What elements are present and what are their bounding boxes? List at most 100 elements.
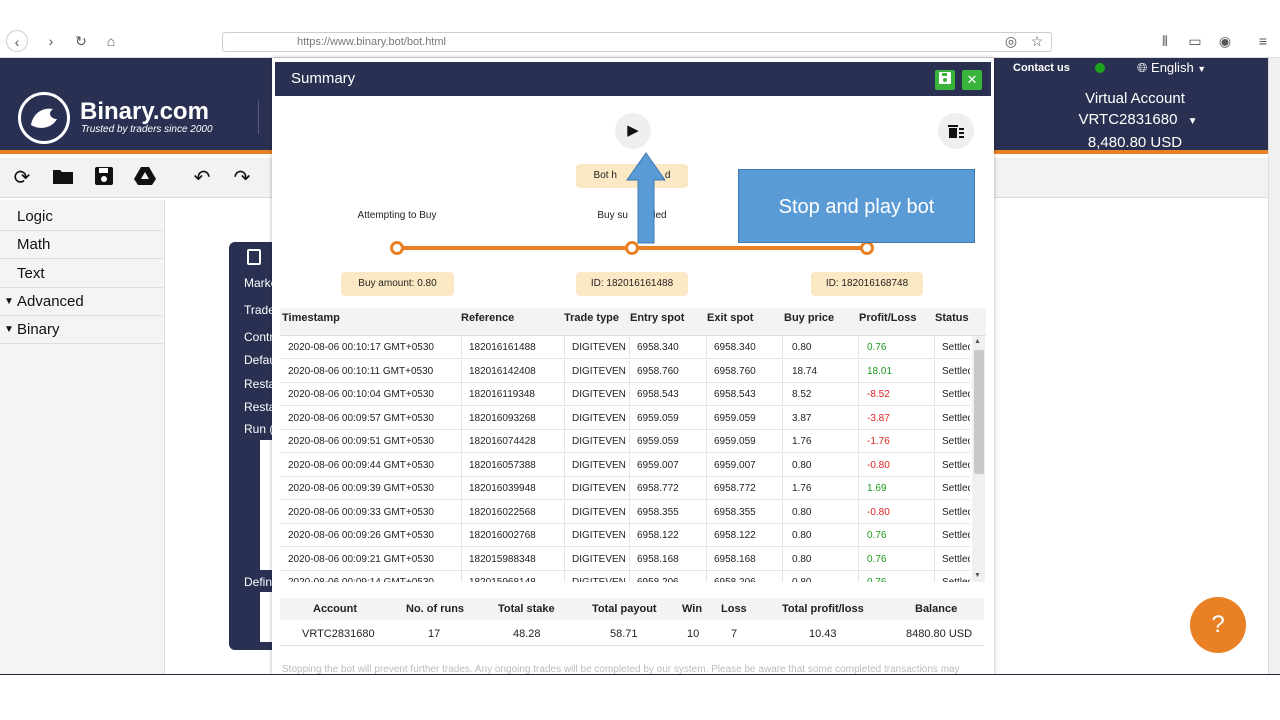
table-row[interactable]: 2020-08-06 00:09:26 GMT+0530 182016002768…: [280, 524, 970, 547]
reload-icon[interactable]: ↻: [70, 30, 92, 52]
table-cell: 6958.168: [714, 553, 756, 565]
table-row[interactable]: 2020-08-06 00:09:51 GMT+0530 182016074428…: [280, 430, 970, 453]
column-divider: [934, 430, 935, 453]
table-row[interactable]: 2020-08-06 00:10:04 GMT+0530 182016119348…: [280, 383, 970, 406]
sidebar-item-text[interactable]: Text: [0, 260, 163, 288]
column-divider: [461, 453, 462, 477]
col-header: Reference: [461, 312, 515, 324]
table-cell: 6958.206: [714, 577, 756, 582]
table-cell: 2020-08-06 00:09:26 GMT+0530: [288, 530, 434, 541]
account-switcher[interactable]: Virtual Account VRTC2831680 ▼ 8,480.80 U…: [1070, 88, 1200, 153]
table-cell: DIGITEVEN: [572, 553, 626, 565]
library-icon[interactable]: ⫴: [1154, 30, 1176, 52]
table-cell: Settled: [942, 553, 970, 565]
redo-icon[interactable]: ↷: [230, 166, 254, 190]
menu-icon[interactable]: ≡: [1252, 30, 1274, 52]
play-button[interactable]: ▶: [615, 113, 651, 149]
table-row[interactable]: 2020-08-06 00:10:17 GMT+0530 182016161488…: [280, 336, 970, 359]
binary-logo-icon[interactable]: [18, 92, 70, 144]
table-row[interactable]: 2020-08-06 00:09:39 GMT+0530 182016039948…: [280, 477, 970, 500]
undo-icon[interactable]: ↶: [190, 166, 214, 190]
google-drive-icon[interactable]: [133, 166, 157, 190]
forward-icon[interactable]: ›: [40, 30, 62, 52]
table-cell: -0.80: [867, 506, 890, 518]
column-divider: [629, 359, 630, 383]
table-row[interactable]: 2020-08-06 00:09:33 GMT+0530 182016022568…: [280, 500, 970, 524]
column-divider: [934, 524, 935, 547]
page-scrollbar[interactable]: [1268, 58, 1280, 675]
reader-icon[interactable]: ◎: [1000, 30, 1022, 52]
column-divider: [564, 571, 565, 582]
table-cell: 6959.059: [714, 412, 756, 424]
column-divider: [858, 547, 859, 571]
column-divider: [858, 359, 859, 383]
sidebar-toggle-icon[interactable]: ▭: [1184, 30, 1206, 52]
table-cell: 6958.355: [637, 506, 679, 518]
transactions-table[interactable]: 2020-08-06 00:10:17 GMT+0530 182016161488…: [280, 336, 970, 582]
buy-amount-box: Buy amount: 0.80: [341, 272, 454, 296]
extension-icon[interactable]: ◉: [1214, 30, 1236, 52]
contact-link[interactable]: Contact us: [1013, 62, 1070, 74]
table-row[interactable]: 2020-08-06 00:09:44 GMT+0530 182016057388…: [280, 453, 970, 477]
column-divider: [629, 571, 630, 582]
star-icon[interactable]: ☆: [1026, 30, 1048, 52]
table-cell: 182016161488: [469, 342, 536, 353]
account-title: Virtual Account: [1085, 90, 1185, 107]
contract-id-box: ID: 182016168748: [811, 272, 923, 296]
sidebar-item-binary[interactable]: ▼ Binary: [0, 316, 163, 344]
header-divider: [258, 100, 259, 134]
table-cell: 0.80: [792, 530, 812, 541]
column-divider: [782, 336, 783, 359]
column-divider: [934, 359, 935, 383]
save-icon[interactable]: [92, 166, 116, 190]
chevron-down-icon: ▼: [1197, 64, 1207, 74]
table-cell: 6958.122: [714, 530, 756, 541]
table-scrollbar-thumb[interactable]: [974, 350, 984, 474]
table-cell: 6958.760: [637, 365, 679, 377]
table-row[interactable]: 2020-08-06 00:10:11 GMT+0530 182016142408…: [280, 359, 970, 383]
table-cell: 2020-08-06 00:10:04 GMT+0530: [288, 389, 434, 400]
block-label-contract: Contr: [244, 330, 274, 344]
language-selector[interactable]: 🌐︎ English ▼: [1137, 60, 1206, 76]
table-cell: 0.76: [867, 342, 887, 353]
sidebar-item-logic[interactable]: Logic: [0, 203, 163, 231]
column-divider: [706, 477, 707, 500]
clear-stats-button[interactable]: [938, 113, 974, 149]
column-divider: [564, 524, 565, 547]
home-icon[interactable]: ⌂: [100, 30, 122, 52]
save-button[interactable]: [935, 70, 955, 90]
reset-icon[interactable]: ⟳: [10, 166, 34, 190]
table-cell: 18.01: [867, 365, 893, 377]
close-button[interactable]: ✕: [962, 70, 982, 90]
table-cell: 6958.355: [714, 506, 756, 518]
sidebar-item-advanced[interactable]: ▼ Advanced: [0, 288, 163, 316]
annotation-arrow-icon: [626, 152, 666, 244]
table-row[interactable]: 2020-08-06 00:09:14 GMT+0530 182015968148…: [280, 571, 970, 582]
question-icon: ?: [1211, 611, 1225, 638]
summary-col-header: Loss: [721, 603, 747, 615]
table-row[interactable]: 2020-08-06 00:09:21 GMT+0530 182015988348…: [280, 547, 970, 571]
scroll-up-icon[interactable]: ▲: [974, 338, 981, 345]
column-divider: [629, 477, 630, 500]
table-cell: 182016057388: [469, 459, 536, 471]
column-divider: [782, 500, 783, 524]
table-cell: DIGITEVEN: [572, 459, 626, 471]
table-cell: Settled: [942, 530, 970, 541]
summary-profit: 10.43: [809, 628, 837, 640]
folder-icon[interactable]: [51, 166, 75, 190]
table-cell: 6958.340: [637, 342, 679, 353]
column-divider: [934, 477, 935, 500]
summary-col-header: Balance: [915, 603, 958, 615]
url-bar[interactable]: https://www.binary.bot/bot.html: [222, 32, 1052, 52]
back-icon[interactable]: ‹: [6, 30, 28, 52]
table-row[interactable]: 2020-08-06 00:09:57 GMT+0530 182016093268…: [280, 406, 970, 430]
table-cell: DIGITEVEN: [572, 506, 626, 518]
table-cell: 6959.059: [637, 412, 679, 424]
scroll-down-icon[interactable]: ▼: [974, 572, 981, 579]
table-cell: DIGITEVEN: [572, 365, 626, 377]
column-divider: [629, 430, 630, 453]
help-button[interactable]: ?: [1190, 597, 1246, 653]
sidebar-item-math[interactable]: Math: [0, 231, 163, 259]
step-label-attempting: Attempting to Buy: [357, 210, 437, 221]
column-divider: [706, 547, 707, 571]
